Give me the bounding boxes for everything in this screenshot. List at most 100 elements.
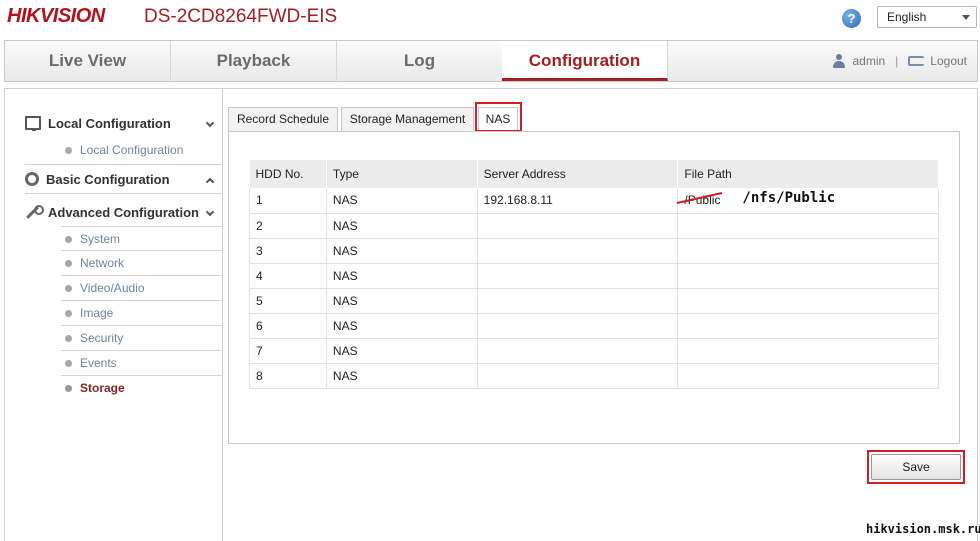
tab-log[interactable]: Log [337,41,503,81]
hdd-no-cell: 5 [249,288,327,314]
site-watermark: hikvision.msk.ru [866,522,980,536]
user-icon [832,54,846,68]
monitor-icon [25,116,41,131]
type-cell: NAS [326,238,478,264]
table-header-row: HDD No. Type Server Address File Path [249,160,939,188]
bullet-icon [65,260,72,267]
help-icon[interactable]: ? [842,9,861,28]
tab-configuration[interactable]: Configuration [502,41,668,81]
sidebar-group-label: Local Configuration [48,115,171,131]
hdd-no-cell: 6 [249,313,327,339]
server-address-cell[interactable] [477,363,679,389]
main-nav: Live View Playback Log Configuration adm… [4,40,978,82]
table-row[interactable]: 1 NAS 192.168.8.11 /Public /nfs/Public [249,188,939,214]
bullet-icon [65,236,72,243]
sidebar-group-basic-configuration[interactable]: Basic Configuration [25,164,221,194]
logout-link[interactable]: Logout [930,54,967,68]
server-address-cell[interactable]: 192.168.8.11 [477,188,679,214]
type-cell: NAS [326,288,478,314]
sidebar-item-label: Storage [80,381,125,395]
sidebar-group-label: Advanced Configuration [48,204,199,220]
file-path-cell[interactable] [677,213,939,239]
type-cell: NAS [326,363,478,389]
tab-playback[interactable]: Playback [171,41,337,81]
subtab-record-schedule[interactable]: Record Schedule [228,107,338,131]
bullet-icon [65,147,72,154]
table-row[interactable]: 3 NAS [249,238,939,264]
server-address-cell[interactable] [477,338,679,364]
file-path-cell[interactable] [677,238,939,264]
table-row[interactable]: 6 NAS [249,313,939,339]
sidebar: Local Configuration Local Configuration … [5,89,223,541]
username: admin [852,54,886,68]
hdd-no-cell: 7 [249,338,327,364]
file-path-cell[interactable] [677,363,939,389]
wrench-icon [25,205,44,219]
file-path-cell[interactable] [677,263,939,289]
file-path-cell[interactable] [677,288,939,314]
corrected-path-annotation: /nfs/Public [742,190,836,206]
table-row[interactable]: 2 NAS [249,213,939,239]
bullet-icon [65,360,72,367]
server-address-cell[interactable] [477,288,679,314]
sidebar-item-system[interactable]: System [61,226,223,251]
separator: | [895,54,899,68]
hdd-no-cell: 2 [249,213,327,239]
hdd-no-cell: 3 [249,238,327,264]
type-cell: NAS [326,188,478,214]
sidebar-item-label: Network [80,256,125,270]
server-address-cell[interactable] [477,213,679,239]
device-model: DS-2CD8264FWD-EIS [144,6,338,27]
column-header-server-address: Server Address [477,160,679,188]
nas-panel: HDD No. Type Server Address File Path 1 … [228,131,960,444]
tab-live-view[interactable]: Live View [5,41,171,81]
sidebar-item-label: Image [80,306,114,320]
logout-icon[interactable] [908,56,925,66]
bullet-icon [65,310,72,317]
sidebar-item-local-configuration[interactable]: Local Configuration [61,138,223,163]
sidebar-item-events[interactable]: Events [61,351,223,376]
table-row[interactable]: 8 NAS [249,363,939,389]
sidebar-item-label: Events [80,356,117,370]
language-select[interactable]: English [877,6,977,28]
sidebar-group-label: Basic Configuration [46,171,170,187]
sidebar-item-label: System [80,232,121,246]
column-header-type: Type [326,160,478,188]
sidebar-item-video-audio[interactable]: Video/Audio [61,276,223,301]
server-address-cell[interactable] [477,263,679,289]
nas-table: HDD No. Type Server Address File Path 1 … [249,160,939,389]
file-path-cell[interactable] [677,338,939,364]
sidebar-item-network[interactable]: Network [61,251,223,276]
hikvision-logo: HIKVISION [7,5,105,27]
file-path-cell[interactable] [677,313,939,339]
sidebar-item-image[interactable]: Image [61,301,223,326]
file-path-cell[interactable]: /Public /nfs/Public [677,188,939,214]
type-cell: NAS [326,338,478,364]
chevron-up-icon [205,177,215,187]
header: HIKVISION DS-2CD8264FWD-EIS ? English [0,0,980,38]
server-address-cell[interactable] [477,238,679,264]
hdd-no-cell: 4 [249,263,327,289]
bullet-icon [65,335,72,342]
sidebar-group-advanced-configuration[interactable]: Advanced Configuration [25,197,221,227]
sidebar-item-security[interactable]: Security [61,326,223,351]
hdd-no-cell: 1 [249,188,327,214]
chevron-down-icon [205,207,215,217]
save-button[interactable]: Save [871,454,961,480]
table-row[interactable]: 7 NAS [249,338,939,364]
subtab-storage-management[interactable]: Storage Management [341,107,474,131]
type-cell: NAS [326,213,478,239]
bullet-icon [65,285,72,292]
chevron-down-icon [205,118,215,128]
user-area: admin | Logout [832,54,967,68]
bullet-icon [65,385,72,392]
table-row[interactable]: 4 NAS [249,263,939,289]
sidebar-group-local-configuration[interactable]: Local Configuration [25,108,221,138]
column-header-hdd-no: HDD No. [249,160,327,188]
table-row[interactable]: 5 NAS [249,288,939,314]
strikethrough-mark [677,192,723,204]
sidebar-item-label: Local Configuration [80,143,184,157]
server-address-cell[interactable] [477,313,679,339]
hdd-no-cell: 8 [249,363,327,389]
sidebar-item-storage[interactable]: Storage [61,376,223,401]
